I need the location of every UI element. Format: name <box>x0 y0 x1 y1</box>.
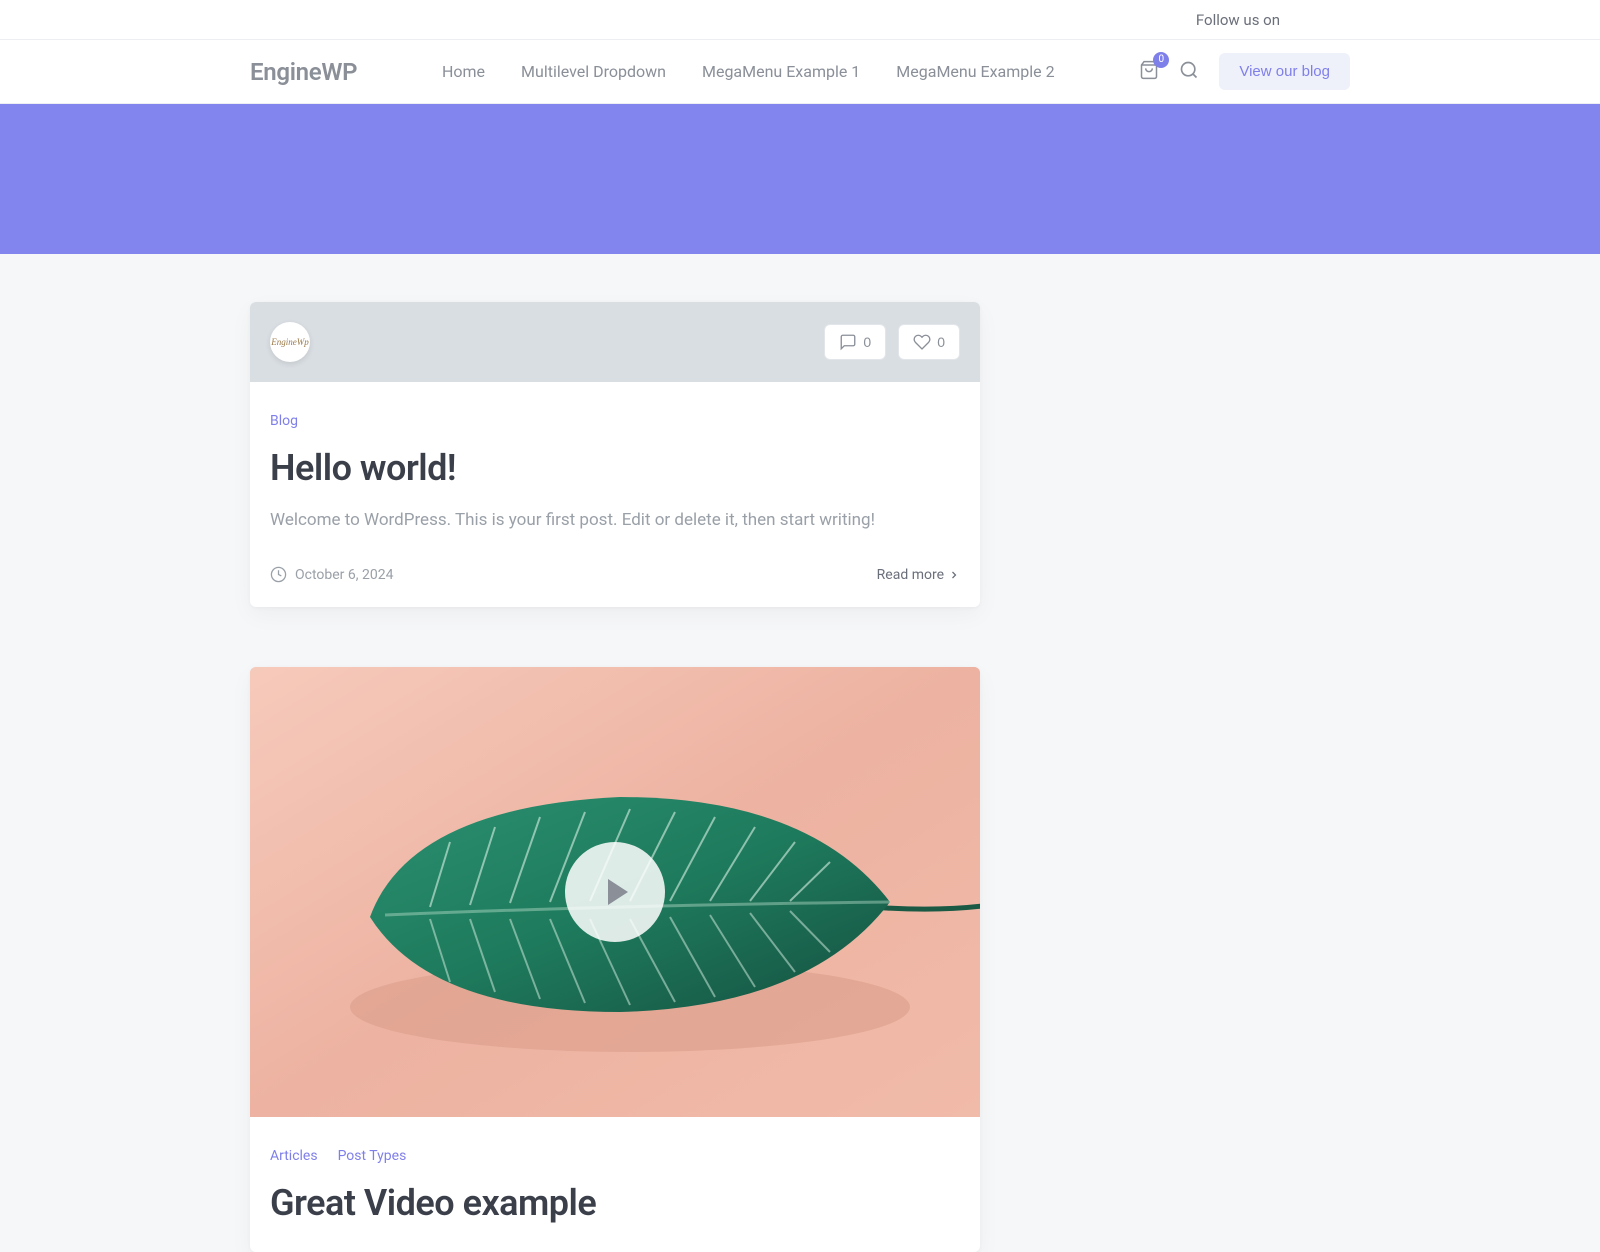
likes-count: 0 <box>937 334 945 350</box>
play-icon <box>608 879 628 905</box>
nav-link-home[interactable]: Home <box>442 62 485 81</box>
author-avatar[interactable]: EngineWp <box>270 322 310 362</box>
search-button[interactable] <box>1179 60 1199 84</box>
post-video-thumbnail[interactable] <box>250 667 980 1117</box>
post-categories: Articles Post Types <box>270 1145 960 1182</box>
comments-count: 0 <box>863 334 871 350</box>
header-right: 0 View our blog <box>1139 53 1350 90</box>
nav-link-dropdown[interactable]: Multilevel Dropdown <box>521 62 666 81</box>
read-more-link[interactable]: Read more <box>877 567 960 583</box>
posts-column: EngineWp 0 0 <box>250 302 980 1252</box>
post-card: EngineWp 0 0 <box>250 302 980 607</box>
main-header: EngineWP Home Multilevel Dropdown MegaMe… <box>0 40 1600 104</box>
post-date: October 6, 2024 <box>270 566 393 583</box>
post-body: Blog Hello world! Welcome to WordPress. … <box>250 382 980 607</box>
nav-link-megamenu1[interactable]: MegaMenu Example 1 <box>702 62 860 81</box>
post-card: Articles Post Types Great Video example <box>250 667 980 1252</box>
comment-icon <box>839 333 857 351</box>
category-link-articles[interactable]: Articles <box>270 1148 318 1164</box>
nav-link-megamenu2[interactable]: MegaMenu Example 2 <box>896 62 1054 81</box>
main-navigation: Home Multilevel Dropdown MegaMenu Exampl… <box>442 62 1055 81</box>
post-categories: Blog <box>270 410 960 447</box>
likes-button[interactable]: 0 <box>898 324 960 360</box>
post-title[interactable]: Hello world! <box>270 447 960 489</box>
post-footer: October 6, 2024 Read more <box>270 566 960 583</box>
post-date-text: October 6, 2024 <box>295 567 393 583</box>
follow-us-text: Follow us on <box>1196 11 1280 29</box>
cart-count-badge: 0 <box>1153 52 1169 68</box>
category-link-blog[interactable]: Blog <box>270 413 298 429</box>
category-link-posttypes[interactable]: Post Types <box>338 1148 407 1164</box>
post-title[interactable]: Great Video example <box>270 1182 960 1224</box>
search-icon <box>1179 60 1199 80</box>
read-more-text: Read more <box>877 567 944 583</box>
avatar-text: EngineWp <box>271 337 309 347</box>
post-body: Articles Post Types Great Video example <box>250 1117 980 1252</box>
post-meta-buttons: 0 0 <box>824 324 960 360</box>
header-inner: EngineWP Home Multilevel Dropdown MegaMe… <box>250 53 1350 90</box>
main-content: EngineWp 0 0 <box>250 254 1350 1252</box>
site-logo[interactable]: EngineWP <box>250 58 357 86</box>
comments-button[interactable]: 0 <box>824 324 886 360</box>
chevron-right-icon <box>948 569 960 581</box>
play-button[interactable] <box>565 842 665 942</box>
topbar: Follow us on <box>0 0 1600 40</box>
heart-icon <box>913 333 931 351</box>
view-blog-button[interactable]: View our blog <box>1219 53 1350 90</box>
clock-icon <box>270 566 287 583</box>
hero-banner <box>0 104 1600 254</box>
cart-button[interactable]: 0 <box>1139 60 1159 84</box>
post-excerpt: Welcome to WordPress. This is your first… <box>270 507 960 534</box>
post-card-header: EngineWp 0 0 <box>250 302 980 382</box>
